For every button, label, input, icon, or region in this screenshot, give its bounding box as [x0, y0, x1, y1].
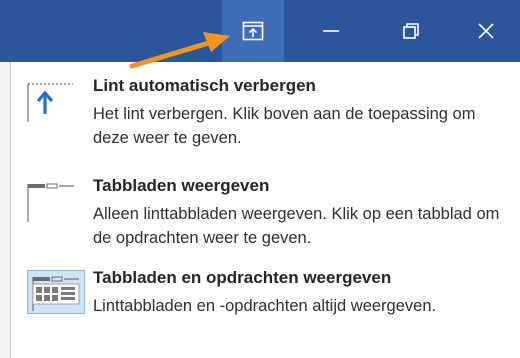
close-button[interactable] — [455, 0, 517, 62]
auto-hide-ribbon-icon — [27, 78, 85, 122]
menu-item-title: Tabbladen en opdrachten weergeven — [93, 268, 392, 287]
close-icon — [478, 23, 494, 39]
menu-item-show-tabs-and-commands[interactable]: Tabbladen en opdrachten weergeven Lintta… — [19, 268, 515, 348]
minimize-button[interactable] — [300, 0, 362, 62]
menu-item-title: Tabbladen weergeven — [93, 176, 270, 195]
menu-item-description: Het lint verbergen. Klik boven aan de to… — [93, 105, 476, 147]
menu-item-title: Lint automatisch verbergen — [93, 76, 316, 95]
menu-item-auto-hide-ribbon[interactable]: Lint automatisch verbergen Het lint verb… — [19, 76, 515, 156]
menu-item-description: Linttabbladen en -opdrachten altijd weer… — [93, 297, 437, 315]
ribbon-display-options-icon — [242, 21, 264, 41]
restore-icon — [403, 23, 419, 39]
menu-item-description: Alleen linttabbladen weergeven. Klik op … — [93, 205, 500, 247]
show-tabs-and-commands-icon — [27, 270, 85, 314]
ribbon-display-options-button[interactable] — [222, 0, 284, 62]
minimize-icon — [323, 30, 339, 32]
ribbon-display-options-menu: Lint automatisch verbergen Het lint verb… — [10, 62, 520, 358]
title-bar — [0, 0, 520, 62]
show-tabs-icon — [27, 178, 85, 222]
document-edge — [0, 62, 10, 358]
restore-button[interactable] — [380, 0, 442, 62]
menu-item-show-tabs[interactable]: Tabbladen weergeven Alleen linttabbladen… — [19, 176, 515, 256]
